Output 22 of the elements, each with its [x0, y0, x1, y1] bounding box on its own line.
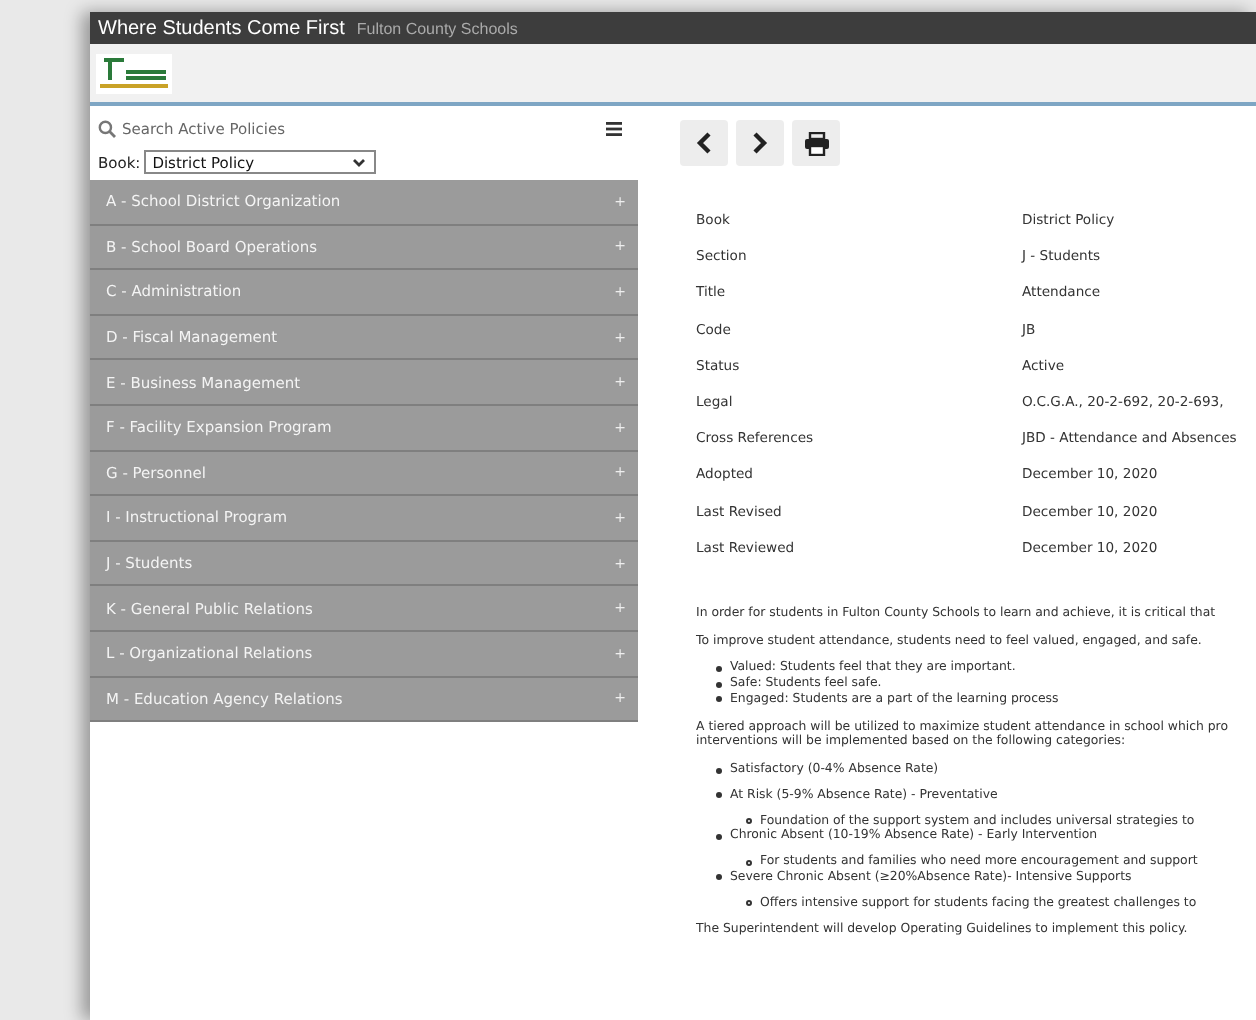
search-icon [98, 119, 116, 137]
chevron-right-icon [752, 132, 768, 154]
bullet-icon [716, 792, 722, 799]
bullet-icon [716, 874, 722, 881]
menu-icon[interactable] [606, 121, 622, 135]
chevron-down-icon [352, 157, 367, 167]
window-subtitle: Fulton County Schools [356, 19, 518, 37]
chevron-left-icon [696, 132, 712, 154]
forward-button[interactable] [736, 120, 784, 166]
logo-drawing[interactable] [96, 53, 172, 93]
print-button[interactable] [792, 120, 840, 166]
bullet-icon [746, 859, 752, 865]
print-icon [803, 131, 829, 155]
bullet-icon [716, 767, 722, 773]
bullet-icon [716, 833, 722, 840]
back-button[interactable] [680, 120, 728, 166]
bullet-icon [716, 696, 722, 703]
bullet-icon [746, 818, 752, 824]
bullet-icon [716, 681, 722, 687]
bullet-icon [746, 900, 752, 906]
window-title: Where Students Come First [98, 17, 345, 39]
bullet-icon [716, 665, 722, 672]
